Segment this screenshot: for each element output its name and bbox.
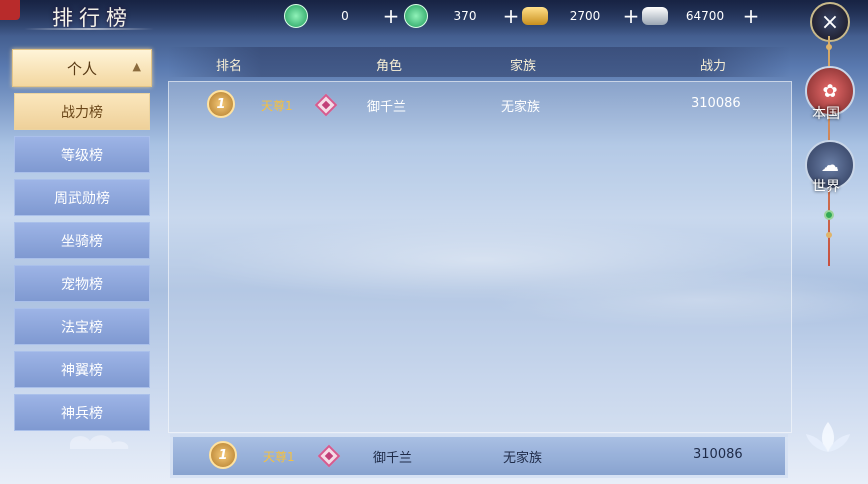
add-locked-jade-button[interactable]: + [502,6,520,26]
menu-item-wings[interactable]: 神翼榜 [14,351,150,388]
menu-item-pet[interactable]: 宠物榜 [14,265,150,302]
lotus-icon [806,422,850,452]
add-silver-button[interactable]: + [742,6,760,26]
currency-jade: 0 + [284,4,400,28]
cloud-emblem-icon: ☁ [821,154,839,176]
class-emblem-icon [317,444,341,468]
currency-gold: 2700 + [522,4,640,28]
category-menu: 个人 ▲ 战力榜 等级榜 周武勋榜 坐骑榜 宠物榜 法宝榜 神翼榜 神兵榜 [12,49,152,431]
chevron-up-icon: ▲ [132,60,141,73]
menu-item-weekly-merit[interactable]: 周武勋榜 [14,179,150,216]
menu-item-label: 宠物榜 [61,276,103,293]
column-family: 家族 [510,59,537,74]
add-jade-button[interactable]: + [382,6,400,26]
corner-ornament [0,0,20,20]
silver-value: 64700 [685,9,725,23]
jade-value: 0 [341,9,349,23]
green-jade-icon [284,4,308,28]
menu-item-label: 周武勋榜 [54,190,110,207]
silver-ingot-icon [642,7,668,25]
close-icon: × [820,9,840,35]
my-rank-number: 1 [209,441,237,469]
menu-header-label: 个人 [66,59,97,78]
column-power: 战力 [700,59,727,74]
menu-item-treasure[interactable]: 法宝榜 [14,308,150,345]
player-name: 御千兰 [367,100,407,115]
my-title: 天尊1 [263,450,295,464]
rank-medal-icon: 1 [207,90,237,120]
class-emblem-icon [314,93,338,117]
menu-item-level[interactable]: 等级榜 [14,136,150,173]
my-name: 御千兰 [373,451,413,466]
add-gold-button[interactable]: + [622,6,640,26]
column-rank: 排名 [216,59,243,74]
rank-medal-icon: 1 [209,441,239,471]
gold-value: 2700 [569,9,601,23]
flame-emblem-icon: ✿ [822,80,838,102]
column-role: 角色 [376,59,403,74]
local-server-label: 本国 [812,106,840,122]
currency-silver: 64700 + [642,4,760,28]
cloud-swirl-icon [70,435,129,449]
locked-jade-value: 370 [453,9,477,23]
menu-header-personal[interactable]: 个人 ▲ [12,49,152,87]
player-family: 无家族 [501,100,541,115]
menu-item-label: 法宝榜 [61,319,103,336]
rank-number: 1 [207,90,235,118]
close-button[interactable]: × [810,2,850,42]
title-underline [24,28,154,30]
currency-locked-jade: 370 + [404,4,520,28]
rope-bead [826,232,832,238]
menu-item-power[interactable]: 战力榜 [14,93,150,130]
menu-item-label: 坐骑榜 [61,233,103,250]
menu-item-mount[interactable]: 坐骑榜 [14,222,150,259]
menu-item-label: 等级榜 [61,147,103,164]
menu-item-label: 神兵榜 [61,405,103,422]
jade-ring-icon [824,210,834,220]
my-power: 310086 [693,447,743,462]
my-family: 无家族 [503,451,543,466]
player-title: 天尊1 [261,99,293,113]
locked-jade-icon [404,4,428,28]
gold-ingot-icon [522,7,548,25]
ranking-table: 1 天尊1 御千兰 无家族 310086 [168,81,792,433]
menu-item-label: 战力榜 [61,104,103,121]
my-ranking-bar: 1 天尊1 御千兰 无家族 310086 [170,434,788,478]
player-power: 310086 [691,96,741,111]
menu-item-label: 神翼榜 [61,362,103,379]
table-header: 排名 角色 家族 战力 [168,47,790,77]
table-row[interactable]: 1 天尊1 御千兰 无家族 310086 [169,88,791,122]
rope-bead [826,44,832,50]
world-server-label: 世界 [812,179,840,195]
